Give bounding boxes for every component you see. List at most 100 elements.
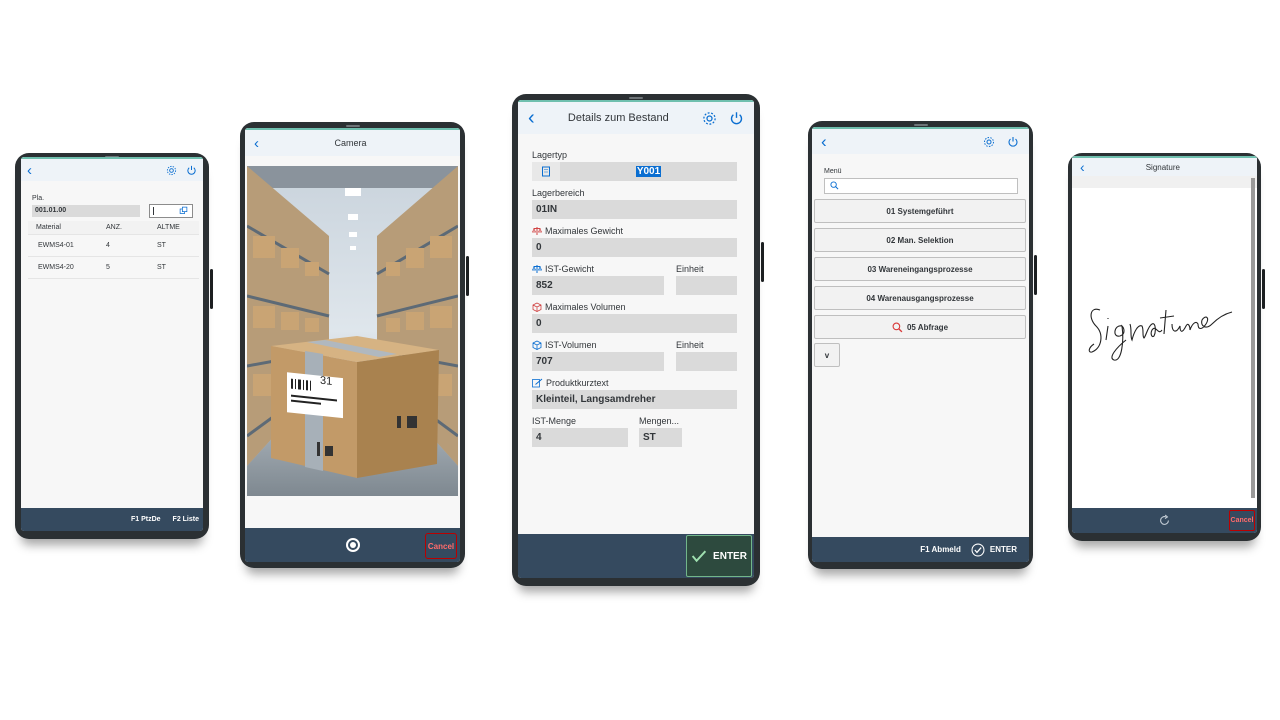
phone-signature: ‹ Signature Cancel [1068, 153, 1265, 541]
footer-bar: Cancel [245, 528, 460, 562]
table-cell: EWMS4-20 [38, 264, 74, 271]
menu-item-label: 05 Abfrage [906, 322, 949, 332]
table-cell: ST [157, 264, 166, 271]
footer-bar: F1 Abmeld ENTER [812, 537, 1029, 562]
power-icon[interactable] [729, 111, 744, 126]
more-button[interactable]: v [814, 343, 840, 367]
pad-top-band [1072, 176, 1257, 188]
table-cell: 4 [106, 242, 110, 249]
produkt-label: Produktkurztext [532, 376, 737, 389]
back-icon[interactable]: ‹ [528, 108, 535, 128]
phone-camera: ‹ Camera 31 Cancel [240, 122, 469, 568]
ist-volumen-label: IST-Volumen [532, 338, 665, 351]
scale-icon [532, 264, 542, 274]
lagerbereich-field[interactable]: 01IN [532, 200, 737, 219]
header-bar: ‹ [21, 157, 203, 181]
signature-pad[interactable] [1086, 296, 1236, 366]
menu-item[interactable]: 05 Abfrage [814, 315, 1026, 339]
max-gewicht-field[interactable]: 0 [532, 238, 737, 257]
edit-icon [532, 378, 543, 388]
menu-list: 01 Systemgeführt 02 Man. Selektion 03 Wa… [814, 199, 1026, 344]
showcase-stage: ‹ Pla. 001.01.00 Material ANZ. ALTME EWM… [0, 0, 1280, 720]
menu-item[interactable]: 02 Man. Selektion [814, 228, 1026, 252]
produkt-text: Produktkurztext [546, 377, 609, 388]
footer-bar: ENTER [518, 534, 754, 578]
enter-label: ENTER [989, 545, 1017, 554]
header-bar: ‹ Details zum Bestand [518, 100, 754, 134]
refresh-icon[interactable] [1158, 514, 1171, 527]
header-bar: ‹ Signature [1072, 156, 1257, 176]
cancel-button[interactable]: Cancel [425, 533, 457, 559]
lagertyp-value: Y001 [635, 166, 662, 177]
lagertyp-field[interactable]: Y001 [532, 162, 737, 181]
lagerbereich-label: Lagerbereich [532, 187, 585, 198]
ist-volumen-field[interactable]: 707 [532, 352, 664, 371]
bin-label: Pla. [32, 195, 45, 202]
table-row[interactable]: EWMS4-20 5 ST [28, 257, 199, 279]
details-form: Lagertyp Y001 Lagerbereich 01IN Maximale… [532, 148, 737, 452]
gear-icon[interactable] [166, 165, 177, 176]
screen: ‹ Details zum Bestand Lagertyp Y001 Lage… [518, 100, 754, 578]
max-volumen-label: Maximales Volumen [532, 300, 737, 313]
back-icon[interactable]: ‹ [27, 163, 32, 178]
menu-label: Menü [824, 168, 842, 175]
column-header: Material [36, 224, 61, 231]
table-cell: 5 [106, 264, 110, 271]
scrollbar[interactable] [1251, 178, 1255, 498]
scale-icon [532, 226, 542, 236]
menu-item[interactable]: 03 Wareneingangsprozesse [814, 257, 1026, 281]
camera-preview: 31 [247, 166, 458, 496]
table-header: Material ANZ. ALTME [28, 221, 199, 235]
column-header: ALTME [157, 224, 180, 231]
table-cell: EWMS4-01 [38, 242, 74, 249]
cube-icon [532, 340, 542, 350]
table-cell: ST [157, 242, 166, 249]
phone-bin-stock: ‹ Pla. 001.01.00 Material ANZ. ALTME EWM… [15, 153, 213, 539]
footer-bar: Cancel [1072, 508, 1257, 533]
einheit-field[interactable] [676, 276, 737, 295]
table-row[interactable]: EWMS4-01 4 ST [28, 235, 199, 257]
menu-item[interactable]: 01 Systemgeführt [814, 199, 1026, 223]
lagertyp-label: Lagertyp [532, 149, 568, 160]
max-volumen-text: Maximales Volumen [545, 301, 626, 312]
max-volumen-field[interactable]: 0 [532, 314, 737, 333]
ist-menge-label: IST-Menge [532, 415, 577, 426]
screen: ‹ Camera 31 Cancel [245, 128, 460, 562]
ist-menge-field[interactable]: 4 [532, 428, 628, 447]
copy-icon[interactable] [179, 206, 188, 215]
f1-button[interactable]: F1 PtzDe [131, 516, 161, 523]
shutter-button[interactable] [345, 538, 360, 552]
check-circle-icon [971, 543, 985, 557]
cancel-button[interactable]: Cancel [1229, 510, 1255, 531]
menu-item[interactable]: 04 Warenausgangsprozesse [814, 286, 1026, 310]
scan-input[interactable] [149, 204, 193, 218]
f1-button[interactable]: F1 Abmeld [920, 545, 961, 554]
max-gewicht-text: Maximales Gewicht [545, 225, 624, 236]
max-gewicht-label: Maximales Gewicht [532, 224, 737, 237]
phone-menu: ‹ Menü 01 Systemgeführt 02 Man. Selektio… [808, 121, 1037, 569]
power-icon[interactable] [1007, 136, 1019, 148]
f2-button[interactable]: F2 Liste [173, 516, 199, 523]
phone-stock-details: ‹ Details zum Bestand Lagertyp Y001 Lage… [512, 94, 764, 586]
gear-icon[interactable] [702, 111, 717, 126]
enter-button[interactable]: ENTER [686, 535, 752, 577]
bin-field[interactable]: 001.01.00 [32, 205, 140, 217]
einheit-field[interactable] [676, 352, 737, 371]
building-icon [532, 162, 560, 181]
menu-item-label: 04 Warenausgangsprozesse [866, 293, 974, 303]
gear-icon[interactable] [983, 136, 995, 148]
menu-item-label: 01 Systemgeführt [886, 206, 954, 216]
ist-gewicht-field[interactable]: 852 [532, 276, 664, 295]
ist-volumen-text: IST-Volumen [545, 339, 597, 350]
power-icon[interactable] [186, 165, 197, 176]
mengen-field[interactable]: ST [639, 428, 682, 447]
menu-item-label: 03 Wareneingangsprozesse [867, 264, 973, 274]
search-input[interactable] [824, 178, 1018, 194]
back-icon[interactable]: ‹ [821, 133, 827, 150]
footer-bar: F1 PtzDe F2 Liste [21, 508, 203, 531]
box-label-number: 31 [320, 375, 332, 388]
check-icon [691, 549, 707, 563]
produkt-field[interactable]: Kleinteil, Langsamdreher [532, 390, 737, 409]
ist-gewicht-text: IST-Gewicht [545, 263, 595, 274]
enter-button[interactable]: ENTER [971, 543, 1017, 557]
